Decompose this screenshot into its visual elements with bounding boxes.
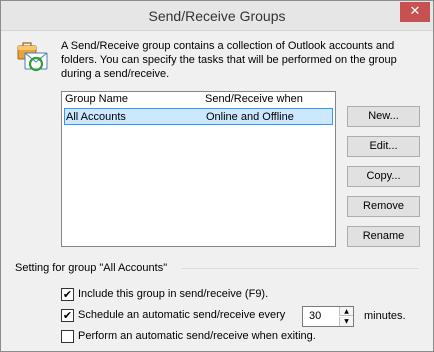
remove-button[interactable]: Remove xyxy=(347,196,420,217)
rename-button[interactable]: Rename xyxy=(347,226,420,247)
include-checkbox[interactable]: ✔ xyxy=(61,288,74,301)
minutes-label: minutes. xyxy=(364,310,406,322)
description-text: A Send/Receive group contains a collecti… xyxy=(61,40,397,80)
exit-label: Perform an automatic send/receive when e… xyxy=(78,330,316,342)
exit-checkbox[interactable] xyxy=(61,330,74,343)
send-receive-when-cell: Online and Offline xyxy=(206,111,294,123)
close-button[interactable]: ✕ xyxy=(400,2,430,22)
send-receive-groups-icon xyxy=(17,42,48,72)
schedule-label: Schedule an automatic send/receive every xyxy=(78,309,286,321)
stepper-up-icon[interactable]: ▲ xyxy=(339,307,353,316)
copy-button[interactable]: Copy... xyxy=(347,166,420,187)
edit-button[interactable]: Edit... xyxy=(347,136,420,157)
window-title: Send/Receive Groups xyxy=(148,8,286,24)
title-bar[interactable]: Send/Receive Groups ✕ xyxy=(1,1,433,31)
column-header-group-name[interactable]: Group Name xyxy=(65,93,128,105)
column-header-send-receive-when[interactable]: Send/Receive when xyxy=(205,93,303,105)
include-label: Include this group in send/receive (F9). xyxy=(78,288,269,300)
schedule-checkbox[interactable]: ✔ xyxy=(61,309,74,322)
send-receive-groups-dialog: Send/Receive Groups ✕ A Send/Receive gro… xyxy=(0,0,434,352)
stepper-down-icon[interactable]: ▼ xyxy=(339,317,353,326)
groups-list[interactable]: Group Name Send/Receive when All Account… xyxy=(61,91,336,247)
group-settings-label: Setting for group "All Accounts" xyxy=(15,262,172,274)
minutes-stepper[interactable]: 30 ▲ ▼ xyxy=(302,306,354,327)
new-button[interactable]: New... xyxy=(347,106,420,127)
list-header: Group Name Send/Receive when xyxy=(62,92,335,108)
group-separator xyxy=(181,268,419,269)
close-icon: ✕ xyxy=(409,4,421,19)
group-name-cell: All Accounts xyxy=(66,111,126,123)
minutes-value[interactable]: 30 xyxy=(309,310,321,322)
list-item[interactable]: All Accounts Online and Offline xyxy=(64,108,333,125)
